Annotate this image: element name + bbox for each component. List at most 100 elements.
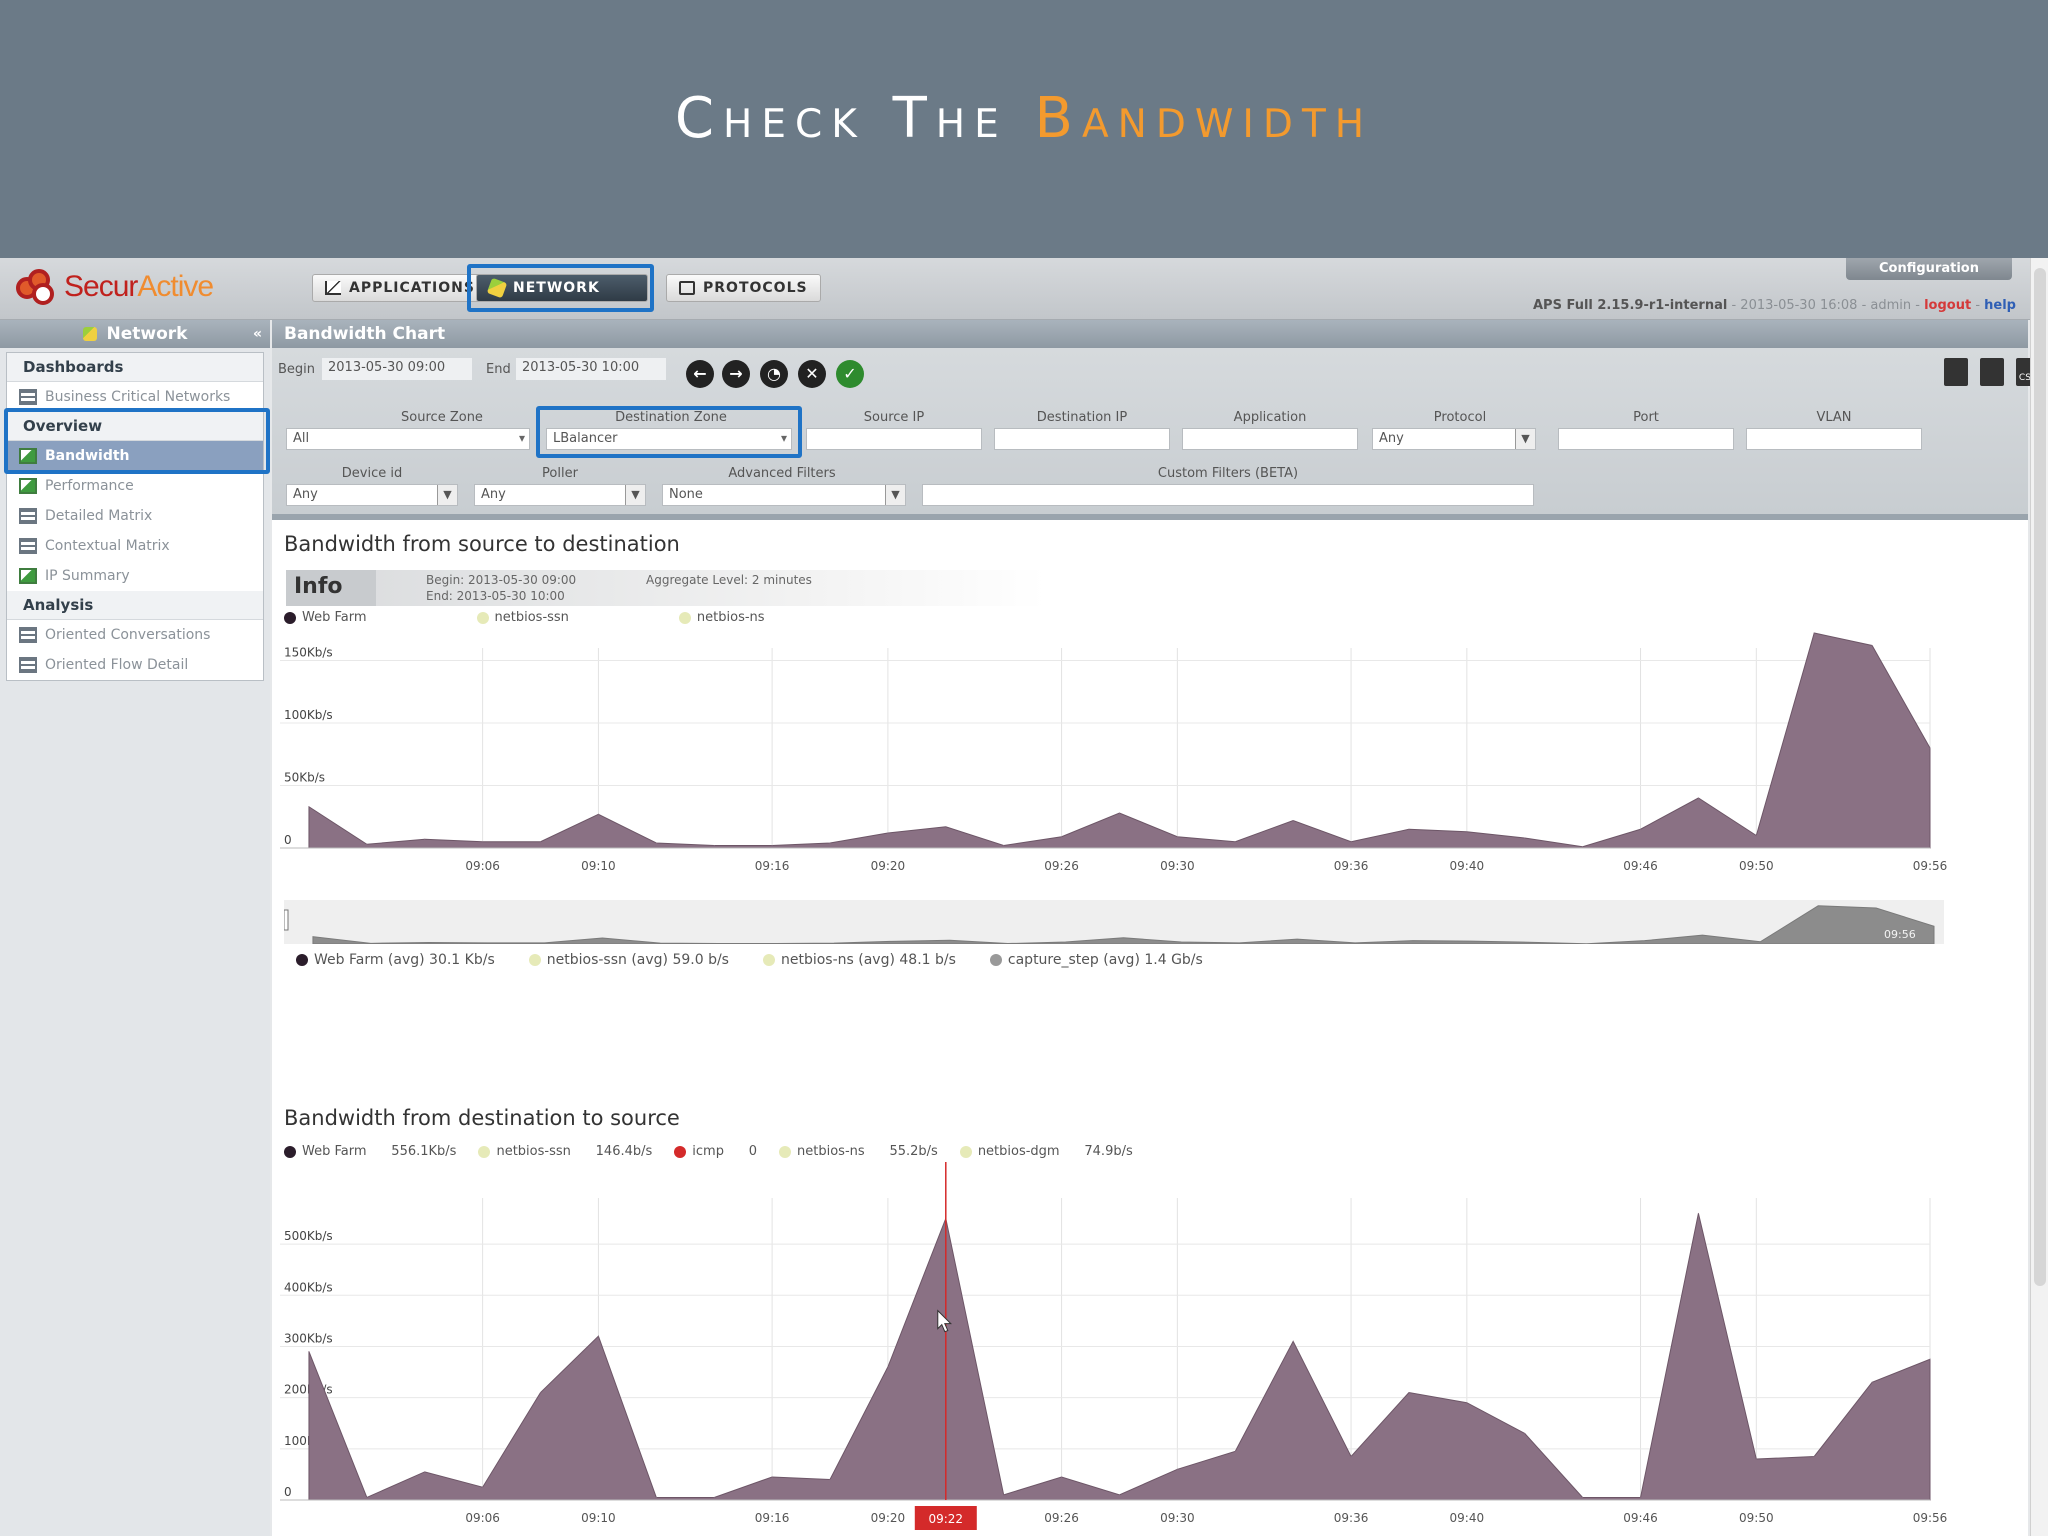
app-logo[interactable]: SecurActive bbox=[14, 266, 214, 308]
legend-item[interactable]: netbios-ssn 146.4b/s bbox=[478, 1144, 652, 1159]
scrollbar[interactable] bbox=[2030, 258, 2048, 1536]
device-id-value: Any bbox=[293, 487, 318, 502]
poller-label: Poller bbox=[542, 466, 578, 481]
legend-item[interactable]: Web Farm bbox=[284, 610, 367, 625]
chart1-title: Bandwidth from source to destination bbox=[284, 532, 680, 556]
help-link[interactable]: help bbox=[1984, 298, 2016, 313]
destination-zone-value: LBalancer bbox=[553, 431, 618, 446]
x-tick-label: 09:56 bbox=[1913, 1511, 1948, 1525]
collapse-sidebar-icon[interactable]: « bbox=[253, 326, 262, 342]
legend-item[interactable]: Web Farm 556.1Kb/s bbox=[284, 1144, 456, 1159]
y-tick-label: 400Kb/s bbox=[284, 1280, 333, 1294]
y-tick-label: 500Kb/s bbox=[284, 1229, 333, 1243]
sidebar-item-performance[interactable]: Performance bbox=[7, 471, 263, 501]
chevron-down-icon[interactable]: ▼ bbox=[885, 485, 905, 505]
source-zone-select[interactable]: All bbox=[286, 428, 530, 450]
vlan-input[interactable] bbox=[1746, 428, 1922, 450]
chevron-down-icon[interactable]: ▼ bbox=[437, 485, 457, 505]
y-tick-label: 150Kb/s bbox=[284, 646, 333, 660]
chevron-down-icon[interactable]: ▼ bbox=[625, 485, 645, 505]
legend-marker-icon bbox=[476, 611, 489, 624]
sidebar-item-oriented-conversations[interactable]: Oriented Conversations bbox=[7, 620, 263, 650]
app-window: SecurActive APPLICATIONS NETWORK PROTOCO… bbox=[0, 258, 2048, 1536]
sidebar-item-bandwidth[interactable]: Bandwidth bbox=[7, 441, 263, 471]
clock-icon[interactable]: ◔ bbox=[760, 360, 788, 388]
legend-label: icmp 0 bbox=[692, 1144, 758, 1159]
export-pdf-icon[interactable] bbox=[1944, 358, 1968, 386]
print-icon[interactable] bbox=[1980, 358, 2004, 386]
destination-zone-label: Destination Zone bbox=[615, 410, 727, 425]
legend-label: netbios-ssn (avg) 59.0 b/s bbox=[546, 952, 729, 968]
chart1-legend: Web Farm netbios-ssn netbios-ns bbox=[284, 610, 875, 625]
legend-item[interactable]: netbios-ns 55.2b/s bbox=[779, 1144, 938, 1159]
legend-item[interactable]: Web Farm (avg) 30.1 Kb/s bbox=[296, 952, 495, 968]
data-point bbox=[1524, 1432, 1526, 1434]
chart1-navigator[interactable]: 09:56 bbox=[284, 900, 1944, 944]
data-point bbox=[713, 845, 715, 846]
crosshair-label: 09:22 bbox=[928, 1512, 963, 1526]
brand-part1: Secur bbox=[64, 270, 138, 303]
legend-marker-icon bbox=[284, 611, 296, 624]
sidebar-item-detailed-matrix[interactable]: Detailed Matrix bbox=[7, 501, 263, 531]
chevron-down-icon[interactable]: ▼ bbox=[1515, 429, 1535, 449]
source-ip-input[interactable] bbox=[806, 428, 982, 450]
logout-link[interactable]: logout bbox=[1924, 298, 1971, 313]
tab-network[interactable]: NETWORK bbox=[476, 274, 648, 302]
tab-applications[interactable]: APPLICATIONS bbox=[312, 274, 488, 302]
data-point bbox=[1061, 1476, 1063, 1478]
poller-select[interactable]: Any ▼ bbox=[474, 484, 646, 506]
grid-icon bbox=[19, 389, 37, 405]
legend-item[interactable]: netbios-ns (avg) 48.1 b/s bbox=[762, 952, 956, 968]
legend-marker-icon bbox=[284, 1145, 296, 1158]
data-point bbox=[308, 806, 310, 808]
y-tick-label: 0 bbox=[284, 833, 292, 847]
configuration-button[interactable]: Configuration bbox=[1846, 258, 2012, 280]
grid-icon bbox=[19, 508, 37, 524]
x-tick-label: 09:26 bbox=[1044, 1511, 1079, 1525]
x-tick-label: 09:46 bbox=[1623, 859, 1658, 873]
legend-item[interactable]: capture_step (avg) 1.4 Gb/s bbox=[989, 952, 1203, 968]
next-period-button[interactable]: → bbox=[722, 360, 750, 388]
end-input[interactable]: 2013-05-30 10:00 bbox=[516, 358, 666, 380]
data-point bbox=[482, 841, 484, 843]
sidebar-item-business-critical-networks[interactable]: Business Critical Networks bbox=[7, 382, 263, 412]
advanced-filters-select[interactable]: None ▼ bbox=[662, 484, 906, 506]
data-point bbox=[829, 1479, 831, 1481]
destination-zone-select[interactable]: LBalancer bbox=[546, 428, 792, 450]
destination-ip-input[interactable] bbox=[994, 428, 1170, 450]
sidebar-item-contextual-matrix[interactable]: Contextual Matrix bbox=[7, 531, 263, 561]
data-point bbox=[713, 1496, 715, 1498]
end-label: End bbox=[486, 362, 511, 377]
port-input[interactable] bbox=[1558, 428, 1734, 450]
data-point bbox=[1350, 1455, 1352, 1457]
protocol-select[interactable]: Any ▼ bbox=[1372, 428, 1536, 450]
legend-label: Web Farm 556.1Kb/s bbox=[302, 1144, 457, 1159]
legend-item[interactable]: netbios-ssn bbox=[476, 610, 569, 625]
data-point bbox=[1871, 1381, 1873, 1383]
clear-button[interactable]: ✕ bbox=[798, 360, 826, 388]
legend-label: Web Farm (avg) 30.1 Kb/s bbox=[314, 952, 495, 968]
legend-item[interactable]: netbios-ns bbox=[678, 610, 765, 625]
legend-item[interactable]: icmp 0 bbox=[674, 1144, 757, 1159]
data-point bbox=[1466, 831, 1468, 833]
legend-item[interactable]: netbios-ssn (avg) 59.0 b/s bbox=[528, 952, 729, 968]
custom-filters-input[interactable] bbox=[922, 484, 1534, 506]
sidebar-item-ip-summary[interactable]: IP Summary bbox=[7, 561, 263, 591]
data-point bbox=[1871, 645, 1873, 646]
legend-label: Web Farm bbox=[302, 610, 367, 625]
sidebar-item-oriented-flow-detail[interactable]: Oriented Flow Detail bbox=[7, 650, 263, 680]
info-tag: Info bbox=[286, 570, 376, 606]
tab-protocols[interactable]: PROTOCOLS bbox=[666, 274, 821, 302]
source-zone-value: All bbox=[293, 431, 310, 446]
apply-button[interactable]: ✓ bbox=[836, 360, 864, 388]
legend-item[interactable]: netbios-dgm 74.9b/s bbox=[959, 1144, 1133, 1159]
legend-marker-icon bbox=[989, 954, 1002, 966]
device-id-select[interactable]: Any ▼ bbox=[286, 484, 458, 506]
application-input[interactable] bbox=[1182, 428, 1358, 450]
previous-period-button[interactable]: ← bbox=[686, 360, 714, 388]
brand-part2: Active bbox=[137, 270, 214, 303]
data-point bbox=[655, 1496, 657, 1498]
scrollbar-thumb[interactable] bbox=[2034, 268, 2046, 1286]
begin-input[interactable]: 2013-05-30 09:00 bbox=[322, 358, 472, 380]
advanced-filters-label: Advanced Filters bbox=[728, 466, 836, 481]
